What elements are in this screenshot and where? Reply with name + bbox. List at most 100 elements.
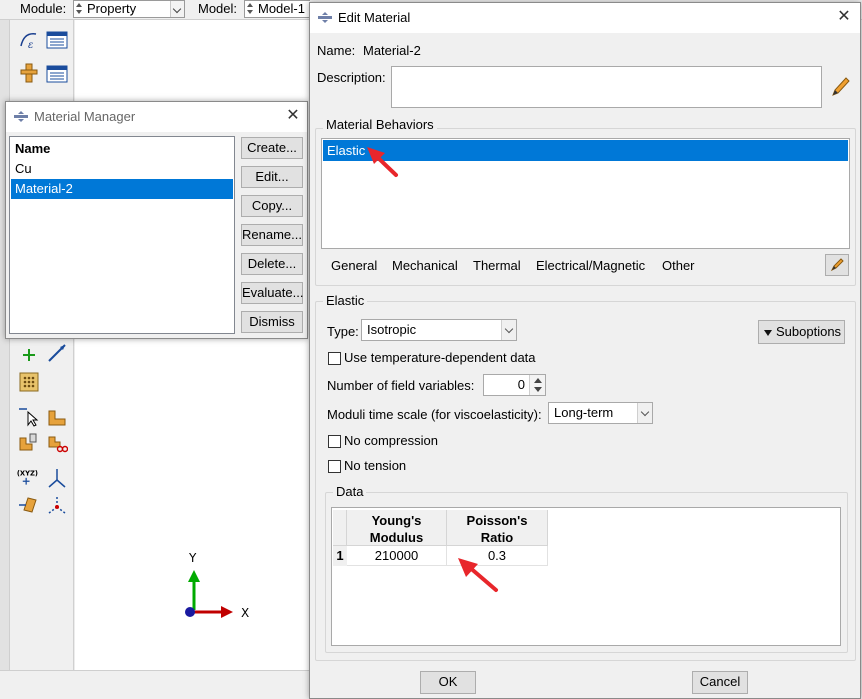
chevron-down-icon[interactable]	[170, 1, 184, 17]
spin-arrows-icon	[247, 3, 254, 15]
close-icon[interactable]: ✕	[833, 7, 855, 29]
close-icon[interactable]: ✕	[282, 106, 304, 128]
ok-button[interactable]: OK	[420, 671, 476, 694]
cancel-button[interactable]: Cancel	[692, 671, 748, 694]
material-manager-title: Material Manager	[34, 109, 136, 124]
assign-section-icon[interactable]	[46, 406, 68, 428]
moduli-combo[interactable]: Long-term	[548, 402, 653, 424]
cut-section-icon[interactable]	[46, 432, 68, 454]
create-section-icon[interactable]	[18, 62, 40, 84]
eraser-icon	[830, 258, 844, 272]
pick-cursor-icon[interactable]	[18, 405, 40, 427]
arrow-up-icon[interactable]	[534, 378, 542, 383]
model-combo[interactable]: Model-1	[244, 0, 310, 18]
data-group-label: Data	[333, 484, 367, 499]
edit-material-titlebar[interactable]: Edit Material ✕	[310, 3, 860, 33]
no-compression-label: No compression	[344, 433, 438, 448]
name-label: Name:	[317, 43, 356, 58]
model-label: Model:	[198, 1, 238, 16]
annotation-arrow-icon	[458, 558, 498, 592]
axis-y-label: Y	[188, 551, 197, 565]
arrow-down-icon[interactable]	[534, 387, 542, 392]
menu-thermal[interactable]: Thermal	[473, 258, 521, 273]
create-material-icon[interactable]: ε	[18, 28, 40, 50]
menu-electrical-magnetic[interactable]: Electrical/Magnetic	[536, 258, 645, 273]
row-header[interactable]: 1	[333, 546, 347, 566]
edit-button[interactable]: Edit...	[241, 166, 303, 188]
edit-material-dialog: Edit Material ✕ Name: Material-2 Descrip…	[309, 2, 861, 699]
column-header-line: Young's	[371, 513, 422, 528]
chevron-down-icon[interactable]	[501, 320, 516, 340]
pencil-icon[interactable]	[829, 75, 851, 99]
description-field[interactable]	[391, 66, 822, 108]
annotation-arrow-icon	[367, 147, 398, 177]
moduli-value: Long-term	[554, 405, 614, 420]
menu-other[interactable]: Other	[662, 258, 695, 273]
section-manager-icon[interactable]	[46, 63, 68, 85]
column-header-poissons-ratio[interactable]: Poisson's Ratio	[447, 510, 548, 546]
list-item[interactable]: Cu	[11, 159, 233, 179]
temp-dependent-checkbox[interactable]	[328, 352, 341, 365]
column-header-line: Poisson's	[466, 513, 528, 528]
moduli-label: Moduli time scale (for viscoelasticity):	[327, 407, 542, 422]
material-manager-titlebar[interactable]: Material Manager ✕	[6, 102, 307, 132]
no-tension-label: No tension	[344, 458, 407, 473]
column-header-line: Modulus	[369, 530, 424, 545]
list-item-selected[interactable]: Material-2	[11, 179, 233, 199]
xyz-tool-icon[interactable]: (XYZ)	[16, 466, 38, 488]
type-label: Type:	[327, 324, 359, 339]
description-label: Description:	[317, 70, 386, 85]
copy-button[interactable]: Copy...	[241, 195, 303, 217]
table-corner	[333, 510, 347, 546]
list-header-name: Name	[15, 141, 51, 156]
delete-behavior-button[interactable]	[825, 254, 849, 276]
model-value: Model-1	[258, 1, 305, 16]
create-button[interactable]: Create...	[241, 137, 303, 159]
chevron-down-icon[interactable]	[637, 403, 652, 423]
temp-dependent-label: Use temperature-dependent data	[344, 350, 536, 365]
type-combo[interactable]: Isotropic	[361, 319, 517, 341]
evaluate-button[interactable]: Evaluate...	[241, 282, 303, 304]
material-manager-icon[interactable]	[46, 29, 68, 51]
grid-icon[interactable]	[18, 371, 40, 393]
field-vars-label: Number of field variables:	[327, 378, 475, 393]
datum-plane-icon[interactable]	[18, 494, 40, 516]
abaqus-icon	[318, 12, 332, 23]
module-combo[interactable]: Property	[73, 0, 185, 18]
column-header-line: Ratio	[480, 530, 514, 545]
assign-orientation-icon[interactable]	[18, 431, 40, 453]
datum-axis-icon[interactable]	[46, 467, 68, 489]
material-list[interactable]: Name Cu Material-2	[9, 136, 235, 334]
spinner-buttons[interactable]	[529, 375, 545, 395]
triad-icon: Y X	[185, 551, 249, 620]
suboptions-button[interactable]: Suboptions	[758, 320, 845, 344]
prompt-area	[0, 670, 315, 699]
no-compression-checkbox[interactable]	[328, 435, 341, 448]
edit-material-title: Edit Material	[338, 10, 411, 25]
column-header-youngs-modulus[interactable]: Young's Modulus	[347, 510, 447, 546]
behavior-menubar: General Mechanical Thermal Electrical/Ma…	[321, 253, 821, 279]
module-label: Module:	[20, 1, 67, 16]
field-vars-spinner[interactable]: 0	[483, 374, 546, 396]
svg-text:ε: ε	[28, 40, 33, 50]
spin-arrows-icon	[76, 3, 83, 15]
suboptions-label: Suboptions	[776, 324, 842, 339]
type-value: Isotropic	[367, 322, 417, 337]
elastic-section-label: Elastic	[323, 293, 368, 308]
datum-point-icon[interactable]	[46, 494, 68, 516]
menu-general[interactable]: General	[331, 258, 377, 273]
delete-button[interactable]: Delete...	[241, 253, 303, 275]
abaqus-icon	[14, 111, 28, 122]
cell-youngs-modulus[interactable]: 210000	[347, 546, 447, 566]
xyz-tag: (XYZ)	[17, 469, 38, 477]
menu-mechanical[interactable]: Mechanical	[392, 258, 458, 273]
material-manager-dialog: Material Manager ✕ Name Cu Material-2 Cr…	[5, 101, 308, 339]
data-table[interactable]: Young's Modulus Poisson's Ratio 1 210000…	[331, 507, 841, 646]
datum-csys-icon[interactable]	[46, 342, 68, 364]
dismiss-button[interactable]: Dismiss	[241, 311, 303, 333]
field-vars-value: 0	[517, 377, 525, 392]
name-value: Material-2	[363, 43, 421, 58]
no-tension-checkbox[interactable]	[328, 460, 341, 473]
add-icon[interactable]	[18, 344, 40, 366]
rename-button[interactable]: Rename...	[241, 224, 303, 246]
